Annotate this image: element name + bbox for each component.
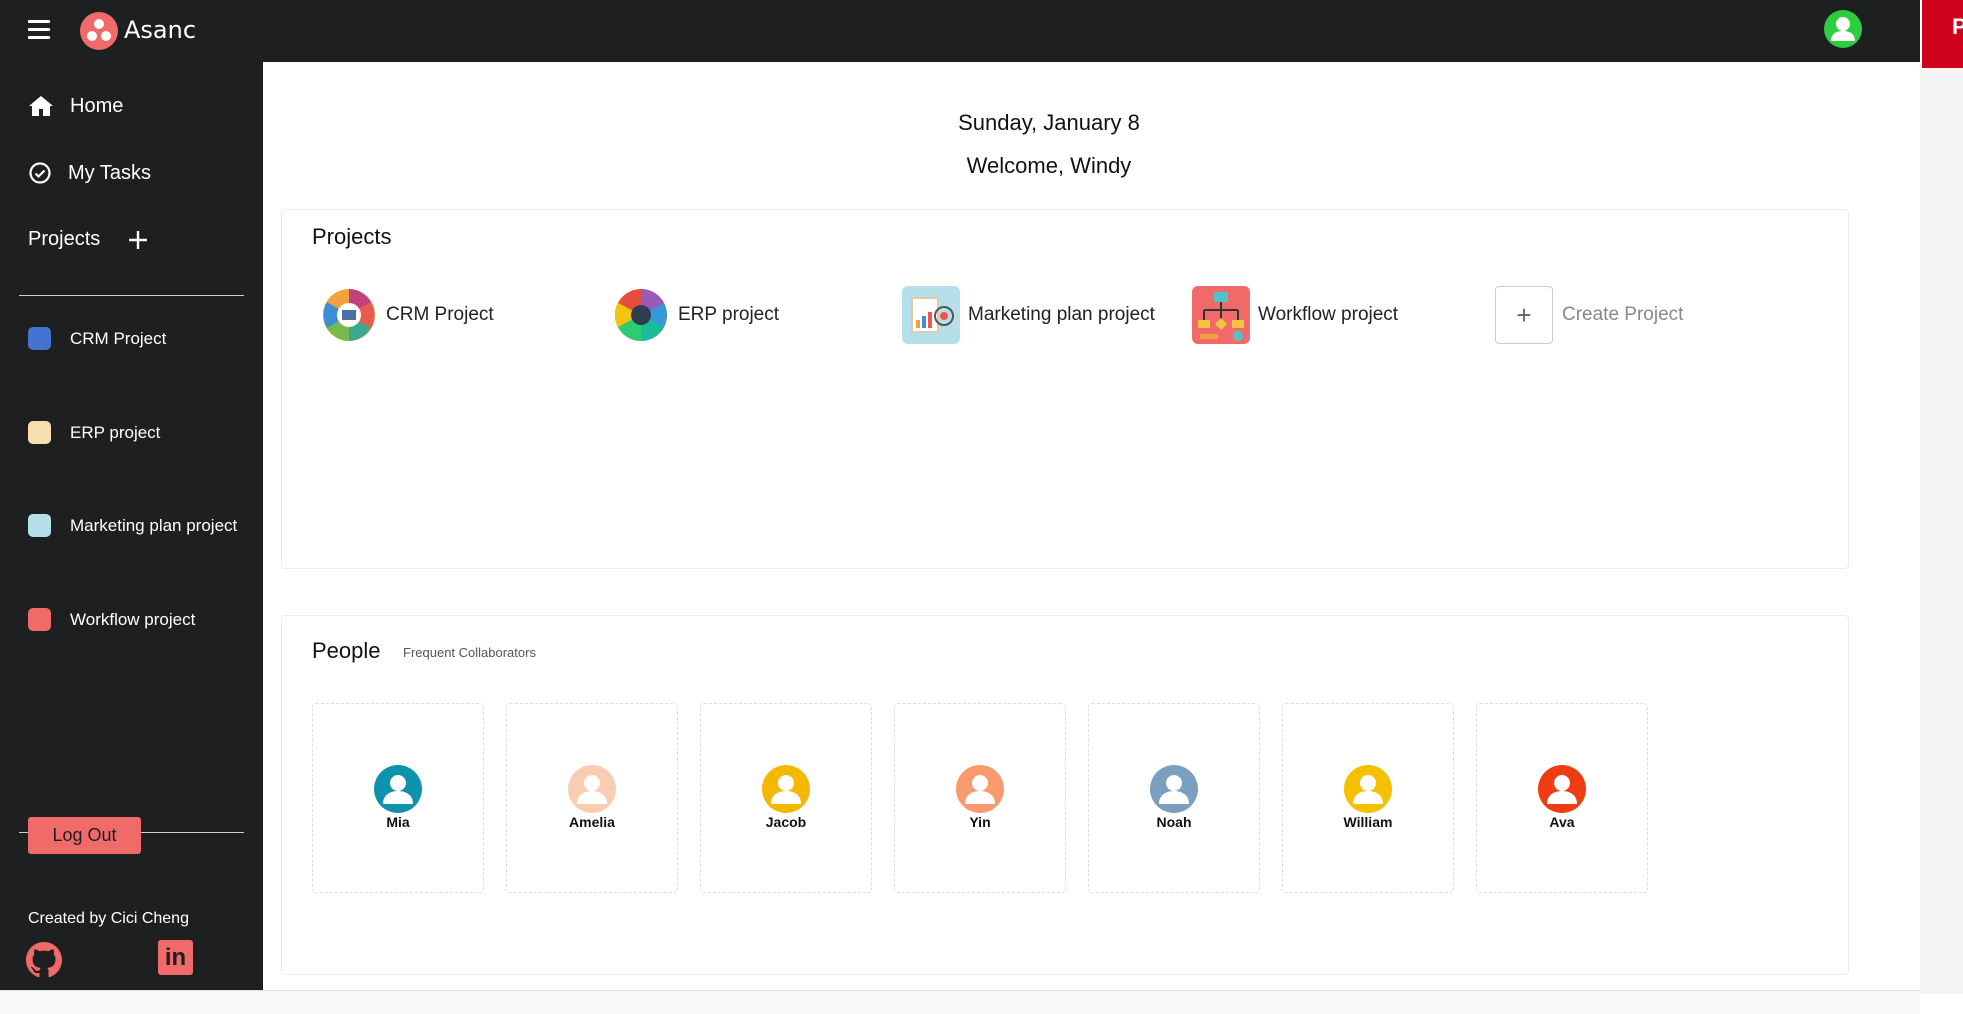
person-avatar-icon	[762, 765, 810, 813]
right-gutter	[1920, 68, 1963, 994]
project-color-swatch	[28, 421, 51, 444]
person-name: Mia	[386, 814, 410, 830]
person-avatar-icon	[956, 765, 1004, 813]
brand-name: Asanc	[124, 16, 197, 44]
person-name: Jacob	[765, 814, 807, 830]
person-name: Yin	[969, 814, 991, 830]
sidebar-item-crm-project[interactable]: CRM Project	[28, 327, 166, 350]
people-card: People Frequent Collaborators Mia Amelia…	[281, 615, 1849, 975]
erp-project-icon	[612, 286, 670, 344]
marketing-plan-project-icon	[902, 286, 960, 344]
welcome-message: Welcome, Windy	[966, 153, 1132, 178]
sidebar-divider	[19, 295, 244, 296]
bottom-strip	[0, 990, 1920, 1014]
sidebar: Home My Tasks Projects CRM Project ERP p…	[0, 62, 263, 990]
log-out-button[interactable]: Log Out	[28, 817, 141, 854]
person-card-yin[interactable]: Yin	[894, 703, 1066, 893]
project-tile-label: ERP project	[678, 304, 780, 325]
project-color-swatch	[28, 608, 51, 631]
nav-home-label: Home	[70, 94, 124, 117]
person-card-noah[interactable]: Noah	[1088, 703, 1260, 893]
sidebar-item-label: ERP project	[70, 422, 161, 442]
nav-my-tasks[interactable]: My Tasks	[28, 161, 151, 185]
person-name: William	[1343, 814, 1393, 830]
project-tile-crm[interactable]: CRM Project	[320, 286, 494, 344]
person-card-amelia[interactable]: Amelia	[506, 703, 678, 893]
people-card-title: People	[312, 638, 381, 663]
nav-my-tasks-label: My Tasks	[68, 161, 151, 184]
person-name: Noah	[1156, 814, 1192, 830]
sidebar-item-label: CRM Project	[70, 328, 167, 348]
asanc-logo-icon	[80, 12, 118, 50]
person-avatar-icon	[1538, 765, 1586, 813]
create-project-label: Create Project	[1562, 304, 1684, 325]
person-name: Amelia	[569, 814, 615, 830]
current-date: Sunday, January 8	[958, 110, 1140, 135]
person-avatar-icon	[1150, 765, 1198, 813]
credit-text: Created by Cici Cheng	[28, 910, 189, 927]
sidebar-item-workflow-project[interactable]: Workflow project	[28, 608, 195, 631]
person-avatar-icon	[568, 765, 616, 813]
project-color-swatch	[28, 327, 51, 350]
sidebar-item-marketing-plan-project[interactable]: Marketing plan project	[28, 514, 237, 537]
linkedin-icon[interactable]: in	[158, 940, 193, 975]
project-tile-workflow[interactable]: Workflow project	[1192, 286, 1398, 344]
projects-card: Projects CRM Project ERP project Marketi…	[281, 209, 1849, 569]
project-tile-label: CRM Project	[386, 304, 494, 325]
projects-heading-row: Projects	[28, 228, 148, 251]
user-avatar-icon[interactable]	[1824, 10, 1862, 48]
github-icon[interactable]	[26, 942, 62, 978]
person-card-william[interactable]: William	[1282, 703, 1454, 893]
project-tile-label: Marketing plan project	[968, 304, 1155, 325]
project-color-swatch	[28, 514, 51, 537]
person-card-jacob[interactable]: Jacob	[700, 703, 872, 893]
project-tile-label: Workflow project	[1258, 304, 1399, 325]
people-card-subtitle: Frequent Collaborators	[403, 645, 536, 660]
top-bar: Asanc	[0, 0, 1920, 62]
check-circle-icon	[29, 162, 51, 184]
person-name: Ava	[1549, 814, 1575, 830]
project-tile-erp[interactable]: ERP project	[612, 286, 779, 344]
person-avatar-icon	[1344, 765, 1392, 813]
workflow-project-icon	[1192, 286, 1250, 344]
plus-icon: +	[1495, 286, 1553, 344]
project-tile-marketing-plan[interactable]: Marketing plan project	[902, 286, 1155, 344]
crm-project-icon	[320, 286, 378, 344]
menu-icon[interactable]	[28, 20, 50, 40]
create-project-button[interactable]: + Create Project	[1495, 286, 1683, 344]
person-card-mia[interactable]: Mia	[312, 703, 484, 893]
sidebar-item-erp-project[interactable]: ERP project	[28, 421, 160, 444]
add-project-icon[interactable]	[128, 230, 148, 250]
nav-home[interactable]: Home	[28, 94, 123, 118]
projects-heading: Projects	[28, 228, 101, 250]
person-card-ava[interactable]: Ava	[1476, 703, 1648, 893]
sidebar-item-label: Marketing plan project	[70, 515, 238, 535]
person-avatar-icon	[374, 765, 422, 813]
home-icon	[29, 96, 53, 116]
sidebar-item-label: Workflow project	[70, 609, 196, 629]
corner-tab[interactable]: P	[1922, 0, 1963, 68]
projects-card-title: Projects	[312, 224, 392, 249]
